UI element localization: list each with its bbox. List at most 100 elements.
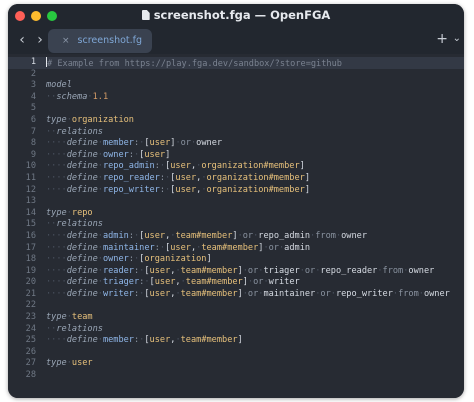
code-token: ···· <box>46 184 67 195</box>
code-token: team#member <box>201 242 259 253</box>
code-token: user <box>154 277 176 288</box>
code-token: user <box>175 172 197 183</box>
line-number: 20 <box>25 277 36 288</box>
code-line[interactable]: 17 ····define·maintainer:·[user,·team#mem… <box>8 243 464 255</box>
code-token: ···· <box>46 161 67 172</box>
code-line[interactable]: 11 ····define·repo_reader:·[user,·organiz… <box>8 173 464 185</box>
line-code: ····define·member:·[user]·or·owner <box>46 138 222 150</box>
code-line[interactable]: 3 model <box>8 80 464 92</box>
back-chevron-icon[interactable]: ‹ <box>15 32 29 48</box>
code-line[interactable]: 8 ····define·member:·[user]·or·owner <box>8 138 464 150</box>
code-token: user <box>144 149 166 160</box>
code-token: repo_reader <box>320 265 378 276</box>
line-code: ····define·repo_writer:·[user,·organizat… <box>46 185 310 197</box>
code-line[interactable]: 20 ····define·triager:·[user,·team#member… <box>8 277 464 289</box>
code-token: ···· <box>46 277 67 288</box>
code-token: ·· <box>46 323 57 334</box>
code-line[interactable]: 13 <box>8 196 464 208</box>
code-token: member <box>102 138 134 149</box>
code-token: admin <box>102 230 129 241</box>
code-line[interactable]: 23 type·team <box>8 312 464 324</box>
line-code: ····define·owner:·[organization] <box>46 254 212 266</box>
code-editor[interactable]: 1 # Example from https://play.fga.dev/san… <box>8 54 464 398</box>
code-token: relations <box>56 323 103 334</box>
tab-screenshot-fga[interactable]: × screenshot.fg <box>48 29 152 53</box>
code-token: type <box>46 114 67 125</box>
line-code: type·repo <box>46 208 93 220</box>
code-line[interactable]: 5 <box>8 103 464 115</box>
new-tab-plus-icon[interactable]: + <box>436 31 448 47</box>
code-line[interactable]: 4 ··schema·1.1 <box>8 92 464 104</box>
line-number: 12 <box>25 184 36 195</box>
code-token: ···· <box>46 149 67 160</box>
line-code: type·user <box>46 358 93 370</box>
line-number: 19 <box>25 265 36 276</box>
forward-chevron-icon[interactable]: › <box>33 32 47 48</box>
code-line[interactable]: 9 ····define·owner:·[user] <box>8 150 464 162</box>
code-token: or <box>180 138 191 149</box>
tab-close-icon[interactable]: × <box>62 36 70 46</box>
code-token: organization#member <box>206 172 305 183</box>
code-line[interactable]: 6 type·organization <box>8 115 464 127</box>
code-line[interactable]: 16 ····define·admin:·[user,·team#member]·… <box>8 231 464 243</box>
code-token: team#member <box>185 277 243 288</box>
line-code: ····define·owner:·[user] <box>46 150 170 162</box>
line-number: 6 <box>30 114 36 125</box>
code-line[interactable]: 28 <box>8 370 464 382</box>
code-token: or <box>247 265 259 276</box>
line-number: 16 <box>25 230 36 241</box>
code-token: team#member <box>180 288 238 299</box>
line-number: 28 <box>25 370 36 381</box>
code-token: from <box>382 265 404 276</box>
code-line[interactable]: 12 ····define·repo_writer:·[user,·organiz… <box>8 185 464 197</box>
code-line[interactable]: 24 ··relations <box>8 324 464 336</box>
code-token: model <box>46 80 72 91</box>
line-code: type·organization <box>46 115 134 127</box>
code-line[interactable]: 27 type·user <box>8 358 464 370</box>
code-line[interactable]: 26 <box>8 347 464 359</box>
code-token: organization#member <box>206 184 305 195</box>
code-token: define <box>66 149 98 160</box>
code-token: relations <box>56 126 103 137</box>
tab-overview-chevron-icon[interactable]: ⌄ <box>453 33 461 44</box>
code-line[interactable]: 22 <box>8 300 464 312</box>
code-token: 1.1 <box>92 91 109 102</box>
code-token: or <box>320 288 331 299</box>
code-line[interactable]: 1 # Example from https://play.fga.dev/san… <box>8 57 464 69</box>
line-code: ··relations <box>46 127 103 139</box>
code-line[interactable]: 18 ····define·owner:·[organization] <box>8 254 464 266</box>
code-token: admin <box>284 242 311 253</box>
code-token: define <box>66 138 98 149</box>
code-line[interactable]: 2 <box>8 69 464 81</box>
code-token: ] <box>304 184 310 195</box>
line-code: ··relations <box>46 219 103 231</box>
code-token: or <box>247 288 259 299</box>
code-token: ] <box>304 172 310 183</box>
code-line[interactable]: 7 ··relations <box>8 127 464 139</box>
code-line[interactable]: 10 ····define·repo_admin:·[user,·organiza… <box>8 161 464 173</box>
code-token: schema <box>56 91 88 102</box>
code-token: repo_writer <box>335 288 393 299</box>
code-line[interactable]: 21 ····define·writer:·[user,·team#member]… <box>8 289 464 301</box>
line-number: 24 <box>25 323 36 334</box>
code-line[interactable]: 25 ····define·member:·[user,·team#member] <box>8 335 464 347</box>
code-token: type <box>46 312 67 323</box>
code-line[interactable]: 15 ··relations <box>8 219 464 231</box>
code-token: relations <box>56 219 103 230</box>
line-number: 3 <box>30 80 36 91</box>
code-token: from <box>315 230 336 241</box>
code-token: define <box>66 184 98 195</box>
code-token: ···· <box>46 230 67 241</box>
code-token: ···· <box>46 265 67 276</box>
line-number: 21 <box>25 288 36 299</box>
line-code: ····define·writer:·[user,·team#member]·o… <box>46 289 450 301</box>
code-token: repo_admin <box>102 161 155 172</box>
line-number: 27 <box>25 358 36 369</box>
line-code: ····define·repo_reader:·[user,·organizat… <box>46 173 310 185</box>
code-token: organization <box>71 114 134 125</box>
line-number: 25 <box>25 335 36 346</box>
code-line[interactable]: 14 type·repo <box>8 208 464 220</box>
code-token: or <box>268 242 279 253</box>
code-token: ···· <box>46 288 67 299</box>
code-line[interactable]: 19 ····define·reader:·[user,·team#member]… <box>8 266 464 278</box>
